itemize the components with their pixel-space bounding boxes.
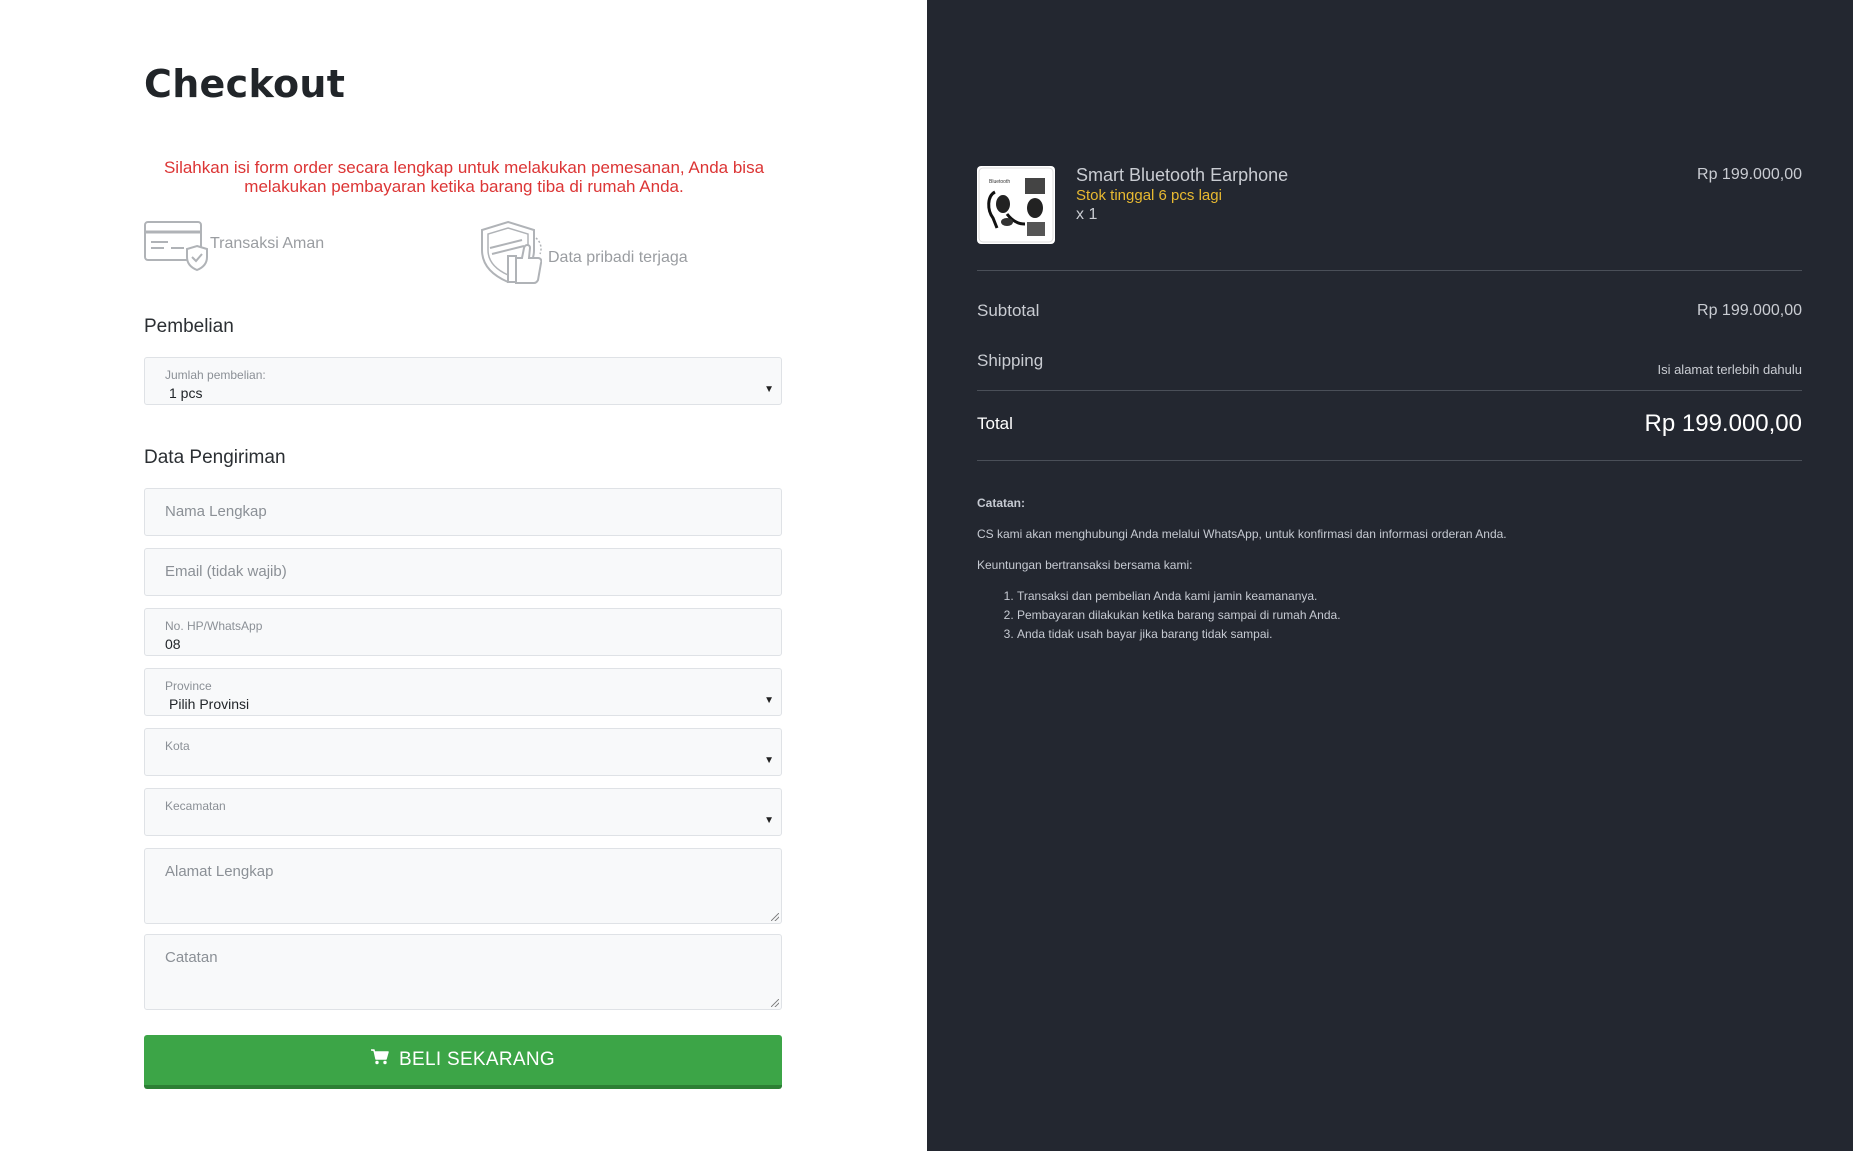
order-notes: Catatan: CS kami akan menghubungi Anda m… <box>977 494 1797 644</box>
phone-label: No. HP/WhatsApp <box>165 619 263 633</box>
notes-benefits-title: Keuntungan bertransaksi bersama kami: <box>977 558 1193 572</box>
checkout-form-panel: Checkout Silahkan isi form order secara … <box>0 0 927 1151</box>
quantity-value: 1 pcs <box>169 385 203 401</box>
page-title: Checkout <box>144 62 346 106</box>
district-select[interactable]: Kecamatan ▼ <box>144 788 782 836</box>
svg-text:Bluetooth: Bluetooth <box>989 179 1010 185</box>
product-thumbnail: Bluetooth <box>977 166 1055 244</box>
resize-handle[interactable] <box>771 999 779 1007</box>
quantity-label: Jumlah pembelian: <box>165 368 266 382</box>
subtotal-value: Rp 199.000,00 <box>1697 302 1802 319</box>
chevron-down-icon: ▼ <box>764 695 774 706</box>
badge-label: Data pribadi terjaga <box>548 249 688 266</box>
address-placeholder: Alamat Lengkap <box>165 863 274 880</box>
list-item: Transaksi dan pembelian Anda kami jamin … <box>1017 587 1797 605</box>
badge-label: Transaksi Aman <box>210 235 325 252</box>
subtotal-label: Subtotal <box>977 301 1040 320</box>
province-label: Province <box>165 679 212 693</box>
notes-heading: Catatan: <box>977 496 1026 510</box>
summary-divider <box>977 390 1802 391</box>
province-value: Pilih Provinsi <box>169 696 250 712</box>
cart-icon <box>371 1049 399 1071</box>
product-price: Rp 199.000,00 <box>1697 166 1802 183</box>
summary-divider <box>977 270 1802 271</box>
chevron-down-icon: ▼ <box>764 815 774 826</box>
product-name: Smart Bluetooth Earphone <box>1076 165 1289 185</box>
order-notice: Silahkan isi form order secara lengkap u… <box>163 158 765 196</box>
badge-secure-transaction: Transaksi Aman <box>144 220 324 272</box>
city-label: Kota <box>165 739 190 753</box>
phone-value: 08 <box>165 636 181 652</box>
shipping-label: Shipping <box>977 351 1044 370</box>
product-quantity: x 1 <box>1076 206 1098 223</box>
list-item: Anda tidak usah bayar jika barang tidak … <box>1017 625 1797 643</box>
full-name-placeholder: Nama Lengkap <box>165 503 267 520</box>
summary-divider <box>977 460 1802 461</box>
buy-now-button[interactable]: BELI SEKARANG <box>144 1035 782 1089</box>
shield-thumbs-up-icon <box>478 220 542 286</box>
quantity-select[interactable]: Jumlah pembelian: 1 pcs ▼ <box>144 357 782 405</box>
total-label: Total <box>977 414 1013 433</box>
secure-card-icon <box>144 220 208 272</box>
notes-placeholder: Catatan <box>165 949 218 966</box>
full-name-input[interactable]: Nama Lengkap <box>144 488 782 536</box>
district-label: Kecamatan <box>165 799 226 813</box>
email-input[interactable]: Email (tidak wajib) <box>144 548 782 596</box>
buy-now-label: BELI SEKARANG <box>399 1049 555 1070</box>
notes-textarea[interactable]: Catatan <box>144 934 782 1010</box>
email-placeholder: Email (tidak wajib) <box>165 563 287 580</box>
list-item: Pembayaran dilakukan ketika barang sampa… <box>1017 606 1797 624</box>
shipping-section-title: Data Pengiriman <box>144 447 286 468</box>
purchase-section-title: Pembelian <box>144 316 234 337</box>
city-select[interactable]: Kota ▼ <box>144 728 782 776</box>
chevron-down-icon: ▼ <box>764 755 774 766</box>
province-select[interactable]: Province Pilih Provinsi ▼ <box>144 668 782 716</box>
phone-input[interactable]: No. HP/WhatsApp 08 <box>144 608 782 656</box>
resize-handle[interactable] <box>771 913 779 921</box>
address-textarea[interactable]: Alamat Lengkap <box>144 848 782 924</box>
total-value: Rp 199.000,00 <box>1644 410 1802 437</box>
badge-data-protected: Data pribadi terjaga <box>478 220 688 286</box>
shipping-value: Isi alamat terlebih dahulu <box>1657 362 1802 377</box>
chevron-down-icon: ▼ <box>764 384 774 395</box>
stock-notice: Stok tinggal 6 pcs lagi <box>1076 187 1222 204</box>
benefits-list: Transaksi dan pembelian Anda kami jamin … <box>977 587 1797 643</box>
notes-contact-text: CS kami akan menghubungi Anda melalui Wh… <box>977 527 1507 541</box>
